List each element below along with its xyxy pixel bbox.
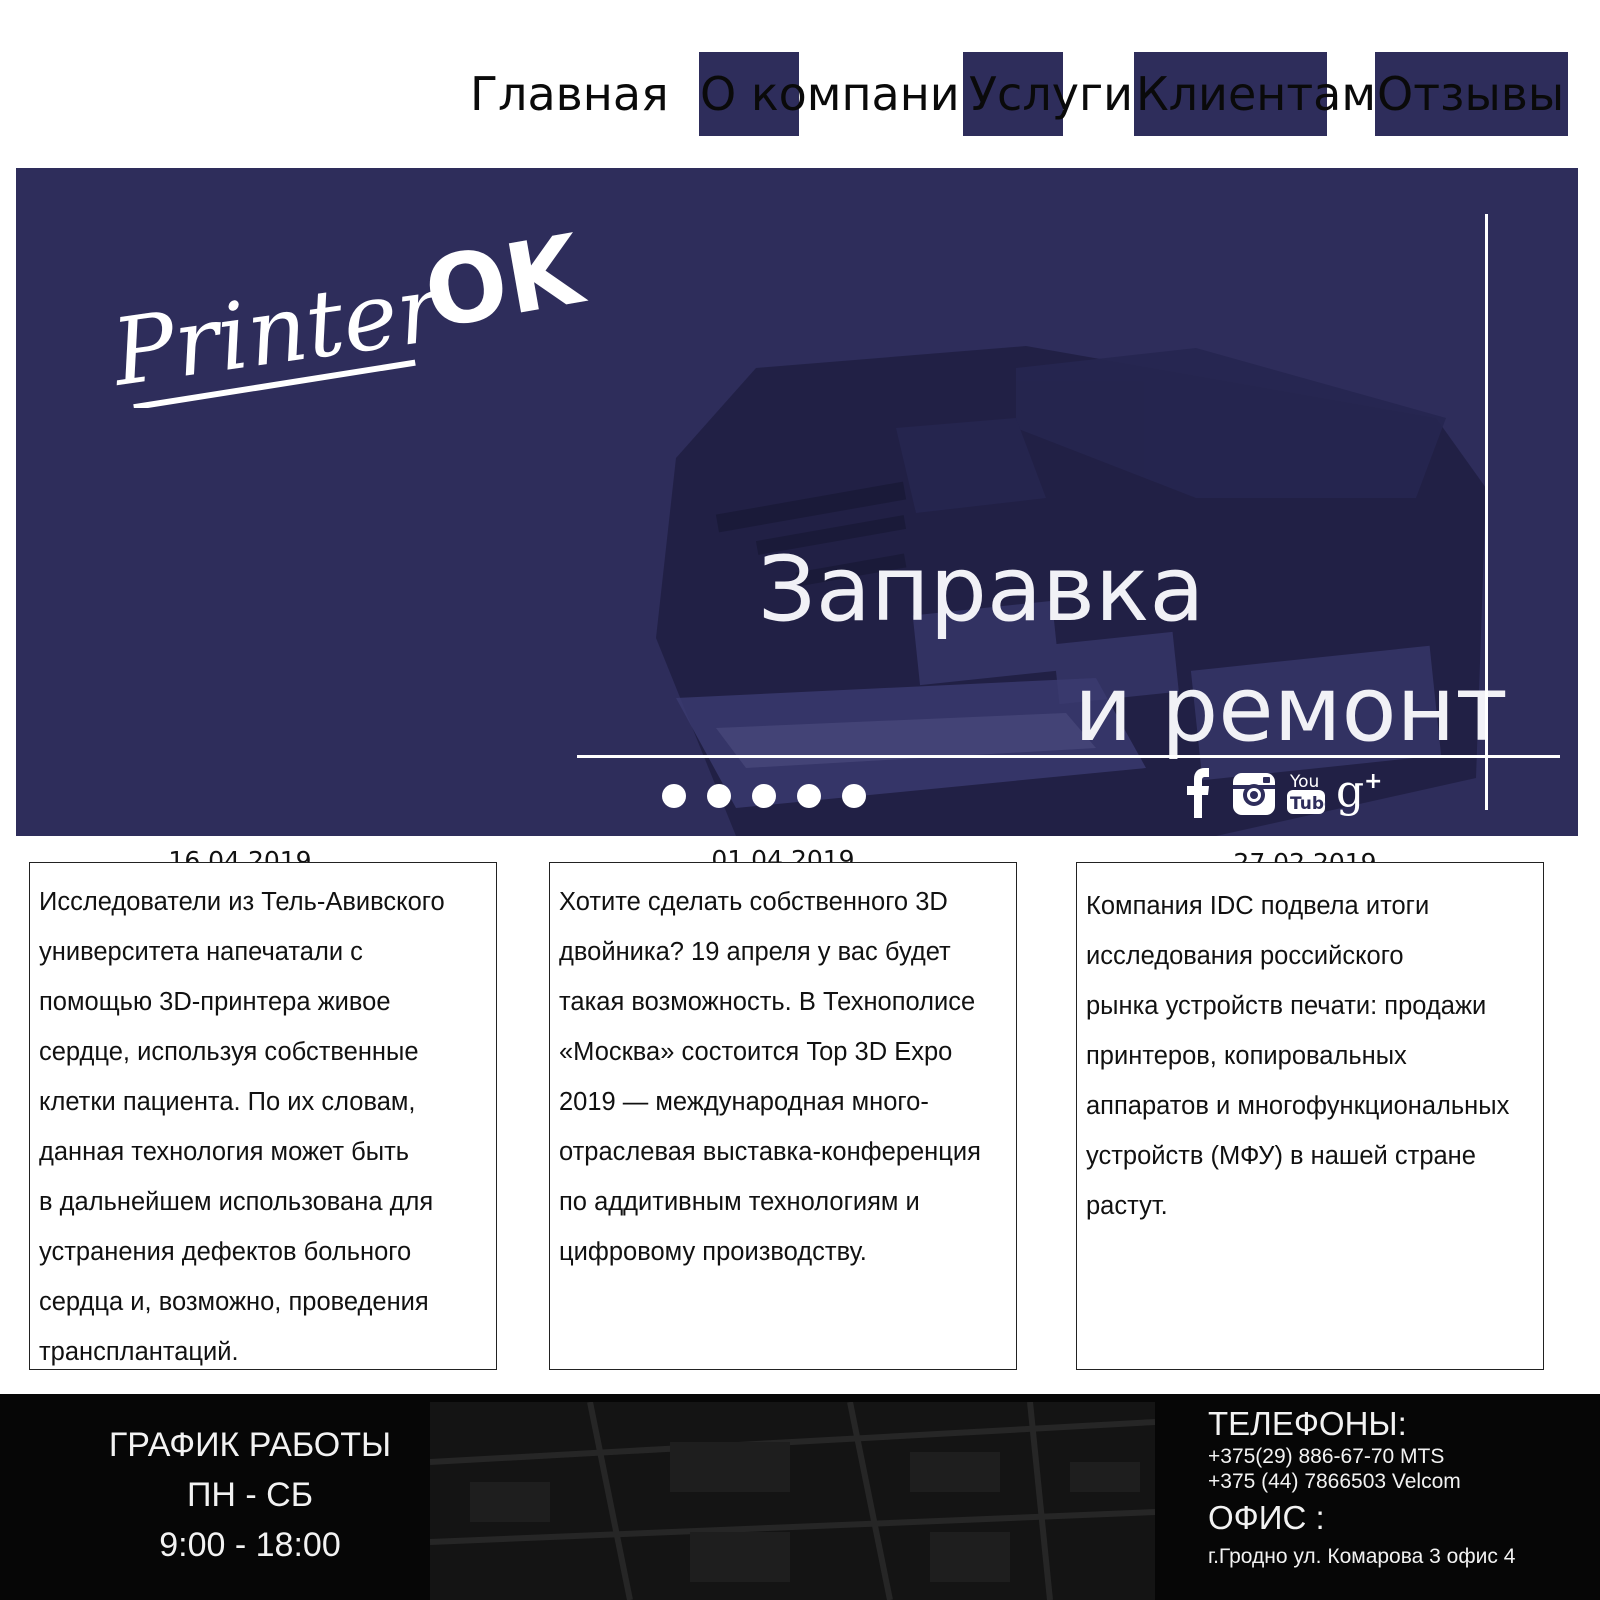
news-line: сердца и, возможно, проведения: [39, 1288, 429, 1316]
news-line: данная технология может быть: [39, 1138, 410, 1166]
google-plus-icon[interactable]: g +: [1336, 768, 1386, 818]
news-line: «Москва» состоится Top 3D Expo: [559, 1038, 953, 1066]
news-line: растут.: [1086, 1192, 1168, 1220]
footer-map-image: [430, 1402, 1155, 1600]
logo-ok-text: OK: [417, 213, 594, 351]
schedule-title: ГРАФИК РАБОТЫ: [108, 1426, 392, 1464]
news-line: аппаратов и многофункциональных: [1086, 1092, 1510, 1120]
nav-item-reviews[interactable]: Отзывы: [1377, 64, 1564, 124]
facebook-icon[interactable]: [1184, 768, 1210, 818]
news-line: устранения дефектов больного: [39, 1238, 412, 1266]
hero-banner: Printer OK Заправка и ремонт You Tube g …: [16, 168, 1578, 836]
hero-title-line1: Заправка: [758, 537, 1205, 642]
office-title: ОФИС :: [1208, 1499, 1325, 1536]
slider-dot-1[interactable]: [662, 784, 686, 808]
news-line: цифровому производству.: [559, 1238, 867, 1266]
news-line: сердце, используя собственные: [39, 1038, 419, 1066]
news-line: рынка устройств печати: продажи: [1086, 992, 1487, 1020]
news-line: клетки пациента. По их словам,: [39, 1088, 416, 1116]
svg-text:Tube: Tube: [1290, 794, 1326, 814]
slider-dot-3[interactable]: [752, 784, 776, 808]
printerok-logo: Printer OK: [108, 213, 594, 408]
instagram-icon[interactable]: [1230, 768, 1278, 818]
phone-number-1[interactable]: +375(29) 886-67-70 MTS: [1208, 1444, 1515, 1469]
news-line: Хотите сделать собственного 3D: [559, 888, 948, 916]
nav-item-services[interactable]: Услуги: [969, 64, 1133, 124]
youtube-icon[interactable]: You Tube: [1286, 768, 1326, 818]
news-text-3: Компания IDC подвела итоги исследования …: [1086, 881, 1556, 1231]
hero-vertical-rule: [1485, 214, 1488, 810]
news-line: Исследователи из Тель-Авивского: [39, 888, 445, 916]
news-line: двойника? 19 апреля у вас будет: [559, 938, 951, 966]
contacts: ТЕЛЕФОНЫ: +375(29) 886-67-70 MTS +375 (4…: [1208, 1404, 1515, 1569]
schedule-days: ПН - СБ: [186, 1476, 314, 1514]
news-card-2[interactable]: Хотите сделать собственного 3D двойника?…: [549, 862, 1017, 1370]
svg-text:You: You: [1289, 772, 1319, 792]
news-line: университета напечатали с: [39, 938, 363, 966]
office-address: г.Гродно ул. Комарова 3 офис 4: [1208, 1545, 1516, 1568]
news-line: отраслевая выставка-конференция: [559, 1138, 981, 1166]
news-line: 2019 — международная много-: [559, 1088, 929, 1116]
news-line: в дальнейшем использована для: [39, 1188, 434, 1216]
news-line: принтеров, копировальных: [1086, 1042, 1407, 1070]
slider-dot-5[interactable]: [842, 784, 866, 808]
schedule-hours: 9:00 - 18:00: [159, 1526, 341, 1564]
news-text-1: Исследователи из Тель-Авивского универси…: [39, 877, 509, 1377]
svg-text:g: g: [1336, 768, 1364, 817]
hero-horizontal-rule: [577, 755, 1560, 758]
top-nav: Главная О компани Услуги Клиентам Отзывы: [0, 0, 1600, 150]
nav-item-home[interactable]: Главная: [470, 64, 669, 124]
slider-dot-2[interactable]: [707, 784, 731, 808]
news-line: такая возможность. В Технополисе: [559, 988, 976, 1016]
phone-number-2[interactable]: +375 (44) 7866503 Velcom: [1208, 1469, 1515, 1494]
news-line: устройств (МФУ) в нашей стране: [1086, 1142, 1476, 1170]
news-line: Компания IDC подвела итоги: [1086, 892, 1430, 920]
news-line: трансплантаций.: [39, 1338, 239, 1366]
slider-dot-4[interactable]: [797, 784, 821, 808]
news-line: исследования российского: [1086, 942, 1404, 970]
news-card-1[interactable]: Исследователи из Тель-Авивского универси…: [29, 862, 497, 1370]
nav-item-about[interactable]: О компани: [700, 64, 960, 124]
nav-item-clients[interactable]: Клиентам: [1136, 64, 1376, 124]
work-schedule: ГРАФИК РАБОТЫ ПН - СБ 9:00 - 18:00: [100, 1420, 400, 1570]
phones-title: ТЕЛЕФОНЫ:: [1208, 1405, 1407, 1442]
footer: ГРАФИК РАБОТЫ ПН - СБ 9:00 - 18:00 ТЕЛЕФ…: [0, 1394, 1600, 1600]
svg-text:+: +: [1364, 769, 1382, 794]
news-line: по аддитивным технологиям и: [559, 1188, 920, 1216]
news-line: помощью 3D-принтера живое: [39, 988, 391, 1016]
news-text-2: Хотите сделать собственного 3D двойника?…: [559, 877, 1029, 1277]
hero-title-line2: и ремонт: [1074, 657, 1508, 762]
news-card-3[interactable]: Компания IDC подвела итоги исследования …: [1076, 862, 1544, 1370]
slider-dots: [662, 784, 866, 808]
